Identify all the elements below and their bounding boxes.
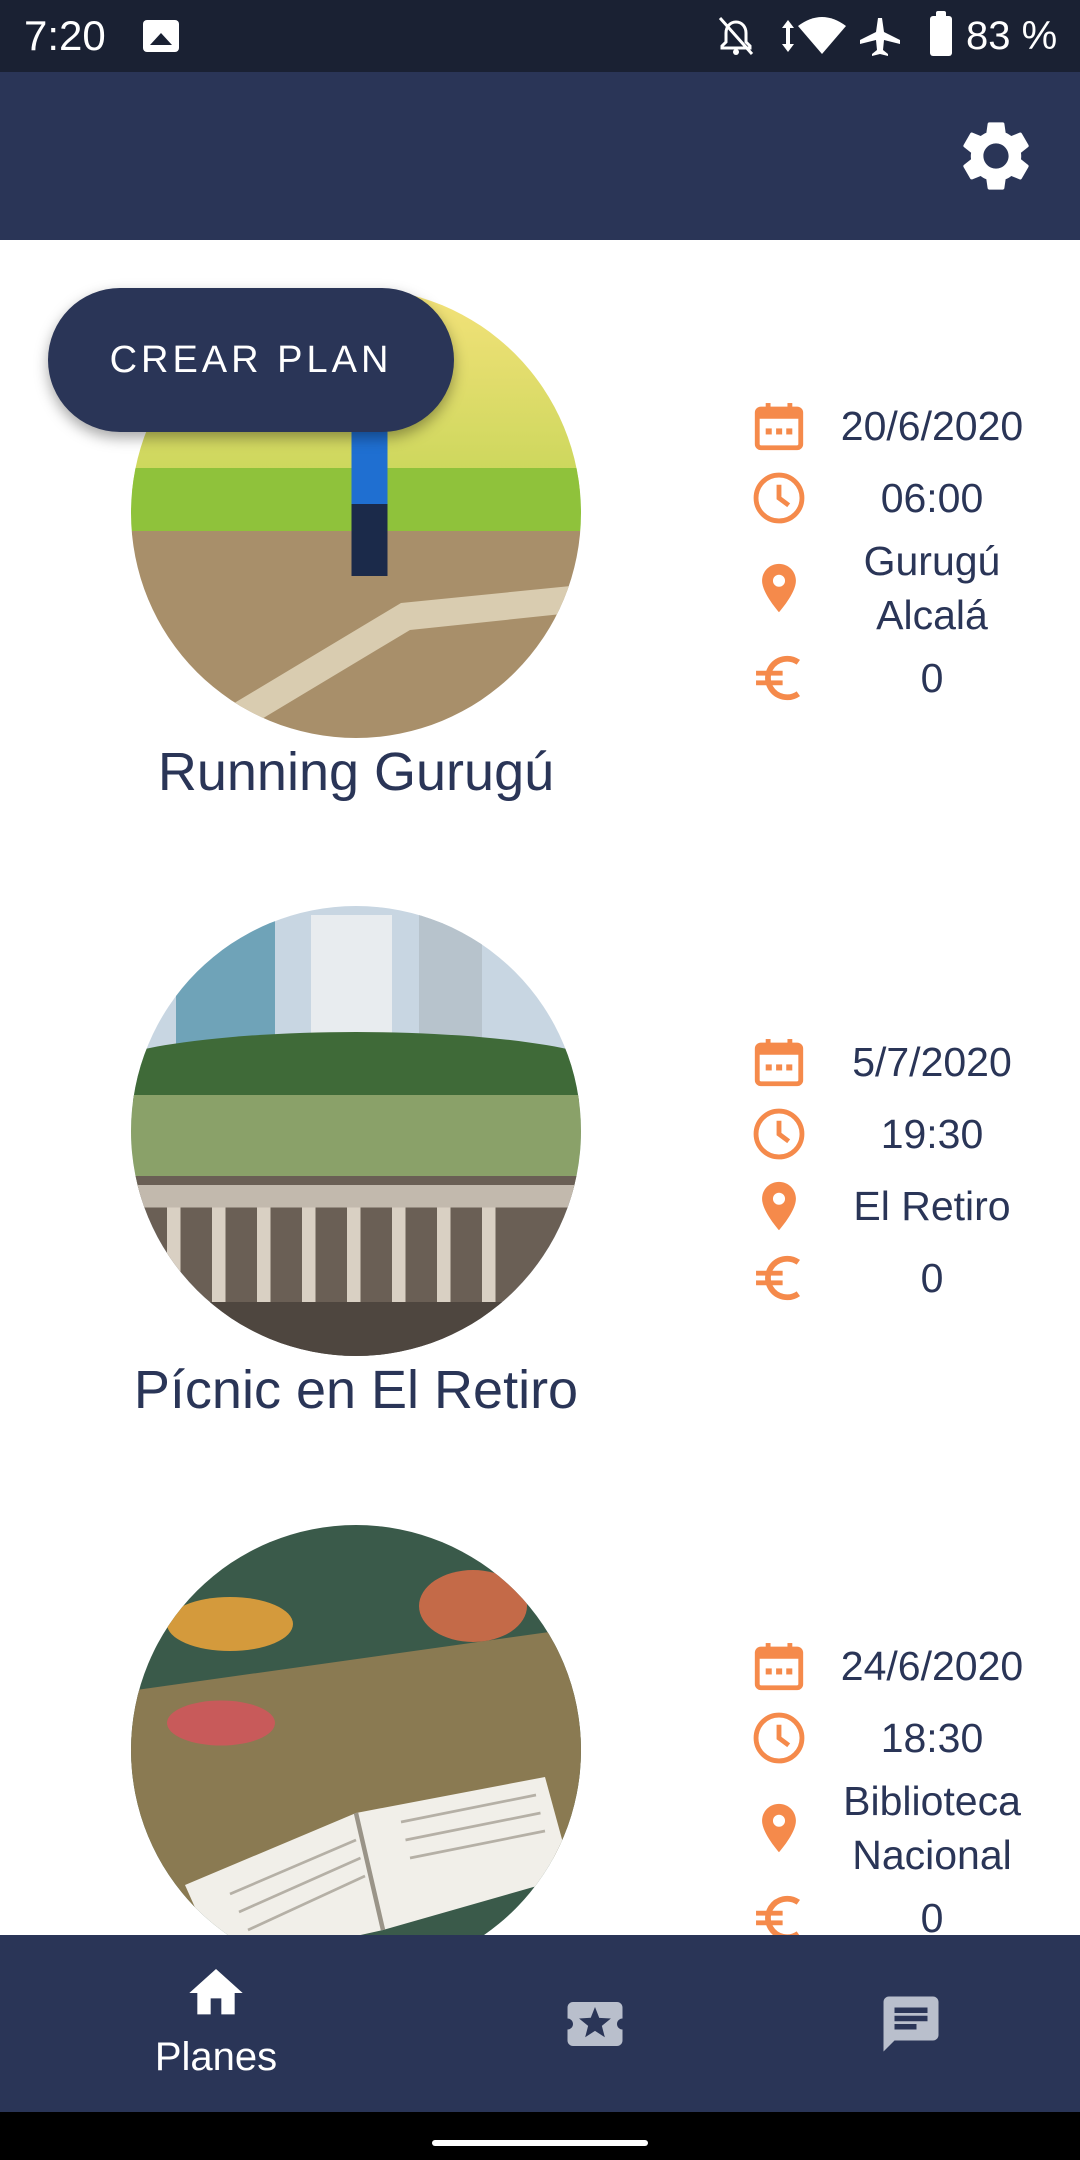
plan-time-row: 19:30 <box>740 1098 1080 1170</box>
plan-date-row: 20/6/2020 <box>740 390 1080 462</box>
clock-icon <box>753 472 805 524</box>
battery-icon <box>930 11 952 56</box>
plan-location: El Retiro <box>853 1183 1011 1229</box>
plan-price-row: 0 <box>740 1242 1080 1314</box>
calendar-icon <box>754 403 804 451</box>
nav-item-label: Planes <box>154 2035 278 2079</box>
nav-item-planes[interactable]: Planes <box>36 1935 396 2112</box>
gesture-area <box>0 2112 1080 2160</box>
clock-icon <box>753 1108 805 1160</box>
chat-icon <box>883 1996 939 2052</box>
plan-location: Gurugú Alcalá <box>863 538 1001 638</box>
bell-off-icon <box>718 17 754 55</box>
status-icons <box>718 17 900 56</box>
plan-location-row: Gurugú Alcalá <box>740 534 1080 642</box>
wifi-icon <box>798 17 846 54</box>
status-bar: 7:20 83 % <box>0 0 1080 72</box>
airplane-icon <box>860 18 900 56</box>
home-icon <box>189 1969 243 2015</box>
battery-percent: 83 % <box>966 14 1058 58</box>
home-gesture-handle[interactable] <box>432 2140 648 2146</box>
gear-icon[interactable] <box>954 114 1038 198</box>
plan-date: 20/6/2020 <box>840 403 1024 449</box>
location-pin-icon <box>762 563 796 613</box>
bottom-nav: Planes <box>0 1935 1080 2112</box>
plan-price: 0 <box>920 655 944 701</box>
plan-date: 5/7/2020 <box>852 1039 1012 1085</box>
plan-price: 0 <box>920 1255 944 1301</box>
plan-image <box>131 1525 581 1935</box>
plan-title[interactable]: Running Gurugú <box>40 740 672 804</box>
calendar-icon <box>754 1039 804 1087</box>
plan-time: 06:00 <box>880 475 984 521</box>
plan-time-row: 18:30 <box>740 1702 1080 1774</box>
ticket-star-icon <box>567 2002 623 2046</box>
plan-card[interactable]: 24/6/2020 18:30 Biblioteca Nacional 0 <box>0 1480 1080 1935</box>
image-notification-icon <box>143 20 179 52</box>
plan-info: 20/6/2020 06:00 Gurugú Alcalá 0 <box>740 390 1080 714</box>
calendar-icon <box>754 1643 804 1691</box>
plan-image <box>131 906 581 1356</box>
plan-date-row: 5/7/2020 <box>740 1026 1080 1098</box>
plan-info: 24/6/2020 18:30 Biblioteca Nacional 0 <box>740 1630 1080 1935</box>
plan-time: 18:30 <box>880 1715 984 1761</box>
plan-location-row: Biblioteca Nacional <box>740 1774 1080 1882</box>
euro-icon <box>756 1255 800 1301</box>
euro-icon <box>756 1895 800 1935</box>
plan-location-row: El Retiro <box>740 1170 1080 1242</box>
plan-card[interactable]: Pícnic en El Retiro 5/7/2020 19:30 El Re… <box>0 860 1080 1480</box>
nav-item-tickets[interactable] <box>414 1935 774 2112</box>
plan-price: 0 <box>920 1895 944 1935</box>
plan-title[interactable]: Pícnic en El Retiro <box>40 1358 672 1422</box>
plan-price-row: 0 <box>740 1882 1080 1935</box>
euro-icon <box>756 655 800 701</box>
plan-location: Biblioteca Nacional <box>843 1778 1021 1878</box>
data-arrows-icon <box>782 20 794 52</box>
plan-time: 19:30 <box>880 1111 984 1157</box>
plan-time-row: 06:00 <box>740 462 1080 534</box>
plan-info: 5/7/2020 19:30 El Retiro 0 <box>740 1026 1080 1314</box>
plan-date: 24/6/2020 <box>840 1643 1024 1689</box>
status-time: 7:20 <box>24 12 106 59</box>
plan-price-row: 0 <box>740 642 1080 714</box>
location-pin-icon <box>762 1181 796 1231</box>
location-pin-icon <box>762 1803 796 1853</box>
app-bar <box>0 72 1080 240</box>
plan-date-row: 24/6/2020 <box>740 1630 1080 1702</box>
create-plan-button[interactable]: CREAR PLAN <box>48 288 454 432</box>
plans-list[interactable]: Running Gurugú 20/6/2020 06:00 Gurugú Al… <box>0 240 1080 1935</box>
clock-icon <box>753 1712 805 1764</box>
nav-item-chat[interactable] <box>738 1935 1080 2112</box>
